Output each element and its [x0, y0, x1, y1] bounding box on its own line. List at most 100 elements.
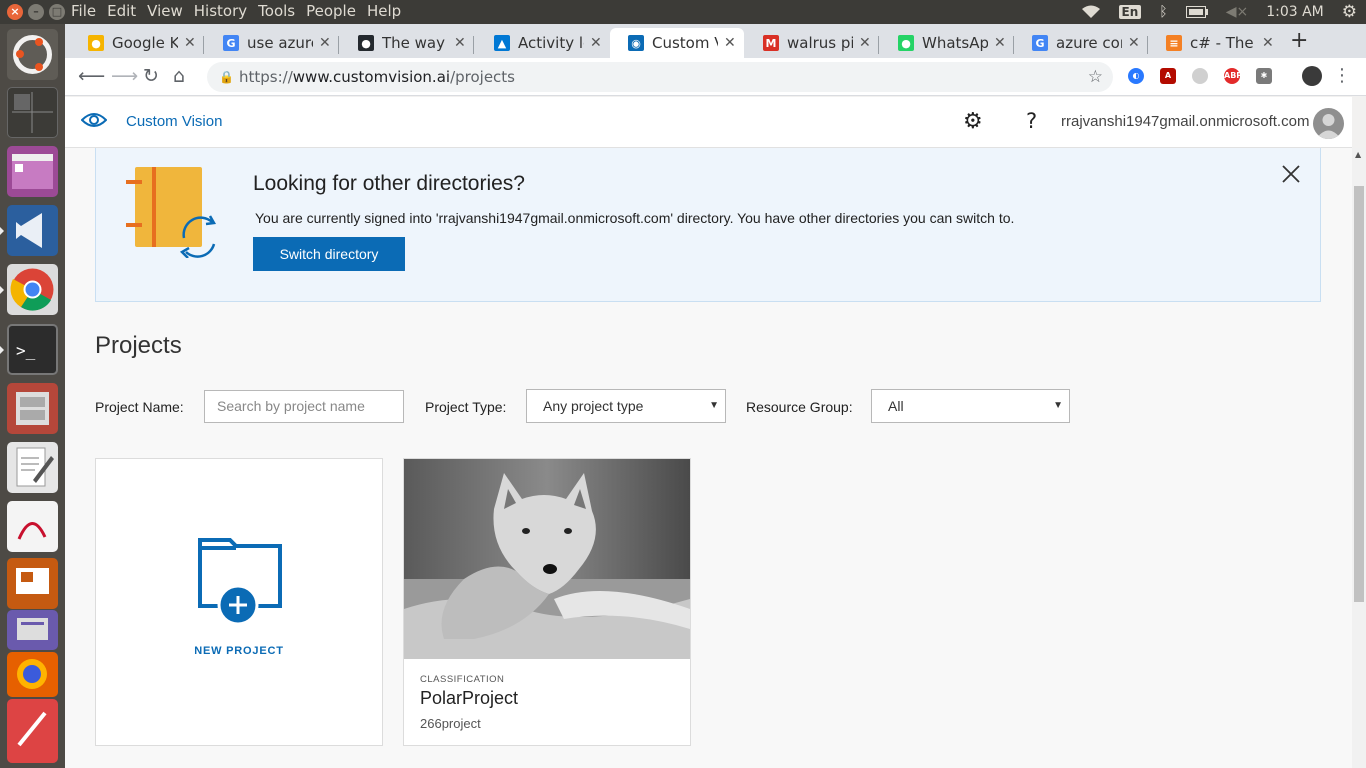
user-account-name[interactable]: rrajvanshi1947gmail.onmicrosoft.com	[1061, 113, 1309, 130]
tab-close-icon[interactable]: ✕	[184, 35, 196, 51]
browser-toolbar: ⟵ ⟶ ↻ ⌂ 🔒 https://www.customvision.ai/pr…	[65, 58, 1366, 96]
launcher-running-indicator	[0, 286, 4, 294]
wifi-icon[interactable]	[1081, 5, 1101, 19]
browser-tab[interactable]: Gazure conf ✕	[1014, 28, 1148, 58]
tab-label: c# - The sp	[1190, 34, 1256, 52]
browser-tab[interactable]: ● The way to ✕	[340, 28, 474, 58]
settings-gear-icon[interactable]: ⚙	[963, 109, 983, 134]
tab-close-icon[interactable]: ✕	[590, 35, 602, 51]
lock-icon[interactable]: 🔒	[219, 62, 234, 92]
tab-close-icon[interactable]: ✕	[454, 35, 466, 51]
tab-favicon-icon: M	[763, 35, 779, 51]
tab-label: WhatsApp	[922, 34, 988, 52]
system-top-panel: × – □ File Edit View History Tools Peopl…	[0, 0, 1366, 24]
window-close-button[interactable]: ×	[7, 4, 23, 20]
app-header: Custom Vision ⚙ ? rrajvanshi1947gmail.on…	[65, 97, 1352, 148]
ubuntu-dash-icon[interactable]	[7, 29, 58, 80]
volume-muted-icon[interactable]: ◀×	[1226, 4, 1249, 20]
browser-tab[interactable]: Mwalrus pic ✕	[745, 28, 879, 58]
stacked-apps-icon[interactable]	[7, 610, 58, 650]
window-minimize-button[interactable]: –	[28, 4, 44, 20]
tab-close-icon[interactable]: ✕	[724, 35, 736, 51]
browser-tab[interactable]: ● Google Ke ✕	[70, 28, 204, 58]
browser-tab[interactable]: ◉ Custom Vi ✕	[610, 28, 744, 58]
menu-tools[interactable]: Tools	[258, 2, 295, 20]
tab-favicon-icon: G	[1032, 35, 1048, 51]
new-project-card[interactable]: NEW PROJECT	[95, 458, 383, 746]
project-name[interactable]: PolarProject	[420, 688, 518, 709]
help-icon[interactable]: ?	[1026, 109, 1037, 133]
tab-favicon-icon: ◉	[628, 35, 644, 51]
pdf-extension-icon[interactable]: A	[1160, 68, 1176, 84]
banner-message: You are currently signed into 'rrajvansh…	[255, 210, 1015, 226]
tab-close-icon[interactable]: ✕	[1128, 35, 1140, 51]
page-scrollbar[interactable]: ▲	[1352, 148, 1366, 768]
tab-label: Activity lo	[518, 34, 584, 52]
menu-people[interactable]: People	[306, 2, 356, 20]
menu-history[interactable]: History	[194, 2, 247, 20]
scrollbar-thumb[interactable]	[1354, 186, 1364, 602]
files-icon[interactable]	[7, 383, 58, 434]
adblock-extension-icon[interactable]: ABP	[1224, 68, 1242, 84]
browser-tab[interactable]: ≡ c# - The sp ✕	[1148, 28, 1282, 58]
terminal-icon[interactable]: >_	[7, 324, 58, 375]
custom-vision-page: Custom Vision ⚙ ? rrajvanshi1947gmail.on…	[65, 97, 1352, 768]
vscode-icon[interactable]	[7, 205, 58, 256]
project-name-search-input[interactable]: Search by project name	[204, 390, 404, 423]
close-icon[interactable]	[1281, 161, 1301, 189]
stacked-app-icon[interactable]	[7, 699, 58, 763]
screencast-extension-icon[interactable]: ◐	[1128, 68, 1144, 84]
home-icon[interactable]: ⌂	[173, 65, 185, 87]
menu-help[interactable]: Help	[367, 2, 401, 20]
app-window-icon[interactable]	[7, 146, 58, 197]
tab-close-icon[interactable]: ✕	[319, 35, 331, 51]
window-maximize-button[interactable]: □	[49, 4, 65, 20]
project-type-label: Project Type:	[425, 399, 507, 415]
tab-label: Custom Vi	[652, 34, 718, 52]
firefox-icon[interactable]	[7, 652, 58, 697]
browser-tab[interactable]: ▲ Activity lo ✕	[476, 28, 610, 58]
chrome-icon[interactable]	[7, 264, 58, 315]
menu-view[interactable]: View	[147, 2, 183, 20]
tab-close-icon[interactable]: ✕	[859, 35, 871, 51]
keyboard-layout-indicator[interactable]: En	[1118, 5, 1142, 19]
puzzle-extension-icon[interactable]: ✱	[1256, 68, 1272, 84]
user-avatar[interactable]	[1313, 108, 1344, 139]
text-editor-icon[interactable]	[7, 442, 58, 493]
tab-favicon-icon: G	[223, 35, 239, 51]
power-settings-icon[interactable]: ⚙	[1342, 2, 1357, 22]
new-tab-button[interactable]: +	[1290, 28, 1308, 53]
custom-vision-eye-icon[interactable]	[80, 109, 108, 135]
unity-launcher: >_	[0, 24, 65, 768]
project-card[interactable]: CLASSIFICATION PolarProject 266project	[403, 458, 691, 746]
pdf-reader-icon[interactable]	[7, 501, 58, 552]
bookmark-star-icon[interactable]: ☆	[1088, 62, 1103, 92]
tab-close-icon[interactable]: ✕	[1262, 35, 1274, 51]
scroll-up-icon[interactable]: ▲	[1355, 150, 1361, 159]
browser-tab-strip: ● Google Ke ✕ Guse azure ✕ ● The way to ✕ ▲ Activ…	[65, 24, 1366, 58]
tab-separator	[338, 36, 339, 54]
browser-tab[interactable]: ● WhatsApp ✕	[880, 28, 1014, 58]
switch-directory-button[interactable]: Switch directory	[253, 237, 405, 271]
bluetooth-icon[interactable]: ᛒ	[1159, 4, 1167, 20]
menu-edit[interactable]: Edit	[107, 2, 136, 20]
reload-icon[interactable]: ↻	[143, 65, 159, 87]
tab-favicon-icon: ●	[358, 35, 374, 51]
menu-file[interactable]: File	[71, 2, 96, 20]
browser-menu-icon[interactable]: ⋮	[1333, 65, 1351, 86]
browser-tab[interactable]: Guse azure ✕	[205, 28, 339, 58]
project-type-select[interactable]: Any project type ▼	[526, 389, 726, 423]
profile-avatar-icon[interactable]	[1302, 66, 1322, 86]
resource-group-select[interactable]: All ▼	[871, 389, 1070, 423]
tab-close-icon[interactable]: ✕	[994, 35, 1006, 51]
workspace-switcher-icon[interactable]	[7, 87, 58, 138]
address-bar[interactable]: 🔒 https://www.customvision.ai/projects ☆	[207, 62, 1113, 92]
circle-extension-icon[interactable]	[1192, 68, 1208, 84]
presentation-icon[interactable]	[7, 558, 58, 609]
forward-icon[interactable]: ⟶	[111, 65, 138, 87]
brand-name[interactable]: Custom Vision	[126, 113, 222, 130]
back-icon[interactable]: ⟵	[78, 65, 105, 87]
notebook-sync-icon	[126, 166, 220, 262]
clock[interactable]: 1:03 AM	[1266, 4, 1324, 20]
battery-icon[interactable]	[1185, 6, 1208, 18]
